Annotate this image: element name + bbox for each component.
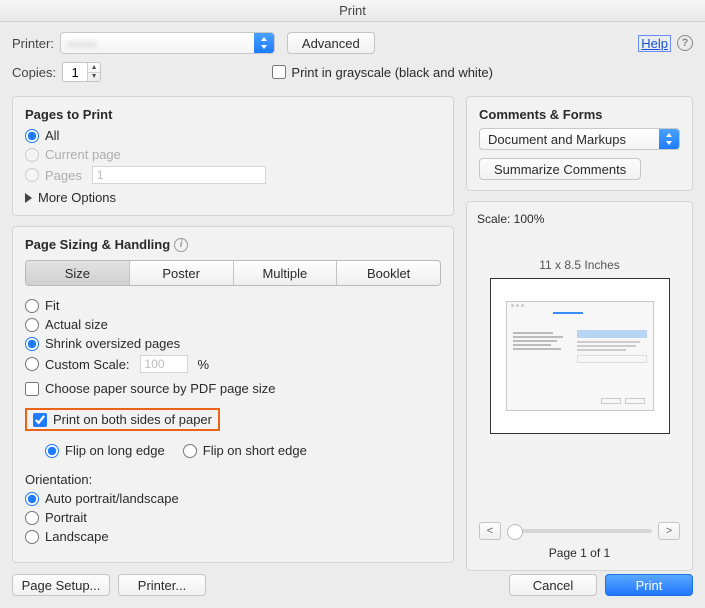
both-sides-label: Print on both sides of paper: [53, 412, 212, 427]
radio-all[interactable]: [25, 129, 39, 143]
all-label: All: [45, 128, 59, 143]
shrink-label: Shrink oversized pages: [45, 336, 180, 351]
pages-label: Pages: [45, 168, 82, 183]
landscape-label: Landscape: [45, 529, 109, 544]
window-title: Print: [0, 0, 705, 22]
pages-to-print-group: Pages to Print All Current page Pages Mo…: [12, 96, 454, 216]
chevron-updown-icon: [659, 129, 679, 149]
flip-long-label: Flip on long edge: [65, 443, 165, 458]
orientation-label: Orientation:: [25, 472, 441, 487]
choose-paper-label: Choose paper source by PDF page size: [45, 381, 276, 396]
comments-forms-select[interactable]: Document and Markups: [479, 128, 680, 150]
grayscale-checkbox[interactable]: [272, 65, 286, 79]
choose-paper-checkbox[interactable]: [25, 382, 39, 396]
prev-page-button[interactable]: <: [479, 522, 501, 540]
radio-shrink[interactable]: [25, 337, 39, 351]
portrait-label: Portrait: [45, 510, 87, 525]
page-sizing-group: Page Sizing & Handling i Size Poster Mul…: [12, 226, 454, 563]
help-link[interactable]: Help: [638, 35, 671, 52]
custom-scale-input: [140, 355, 188, 373]
page-slider[interactable]: [507, 529, 652, 533]
copies-stepper[interactable]: ▲▼: [62, 62, 101, 82]
printer-select[interactable]: -------: [60, 32, 275, 54]
radio-flip-long[interactable]: [45, 444, 59, 458]
comments-forms-title: Comments & Forms: [479, 107, 680, 122]
scale-text: Scale: 100%: [477, 212, 682, 226]
both-sides-highlight: Print on both sides of paper: [25, 408, 220, 431]
copies-input[interactable]: [63, 63, 87, 81]
radio-pages: [25, 168, 39, 182]
radio-actual-size[interactable]: [25, 318, 39, 332]
cancel-button[interactable]: Cancel: [509, 574, 597, 596]
comments-forms-group: Comments & Forms Document and Markups Su…: [466, 96, 693, 191]
more-options-label: More Options: [38, 190, 116, 205]
page-sizing-title: Page Sizing & Handling: [25, 237, 170, 252]
printer-value: -------: [61, 36, 254, 51]
copies-label: Copies:: [12, 65, 56, 80]
flip-short-label: Flip on short edge: [203, 443, 307, 458]
chevron-right-icon: >: [666, 525, 672, 537]
preview-panel: Scale: 100% 11 x 8.5 Inches: [466, 201, 693, 571]
page-preview: [490, 278, 670, 434]
tab-size[interactable]: Size: [26, 261, 129, 285]
fit-label: Fit: [45, 298, 59, 313]
page-setup-button[interactable]: Page Setup...: [12, 574, 110, 596]
comments-forms-value: Document and Markups: [480, 132, 659, 147]
actual-size-label: Actual size: [45, 317, 108, 332]
percent-label: %: [198, 357, 210, 372]
auto-orientation-label: Auto portrait/landscape: [45, 491, 179, 506]
tab-poster[interactable]: Poster: [129, 261, 233, 285]
grayscale-label: Print in grayscale (black and white): [291, 65, 493, 80]
radio-landscape[interactable]: [25, 530, 39, 544]
more-options-toggle[interactable]: More Options: [25, 190, 441, 205]
page-counter: Page 1 of 1: [477, 546, 682, 560]
current-page-label: Current page: [45, 147, 121, 162]
radio-custom-scale[interactable]: [25, 357, 39, 371]
custom-scale-label: Custom Scale:: [45, 357, 130, 372]
chevron-left-icon: <: [487, 525, 493, 537]
info-icon[interactable]: i: [174, 238, 188, 252]
print-button[interactable]: Print: [605, 574, 693, 596]
pages-input: [92, 166, 266, 184]
page-dimensions: 11 x 8.5 Inches: [477, 258, 682, 272]
radio-portrait[interactable]: [25, 511, 39, 525]
stepper-arrows-icon[interactable]: ▲▼: [87, 63, 100, 81]
radio-flip-short[interactable]: [183, 444, 197, 458]
summarize-comments-button[interactable]: Summarize Comments: [479, 158, 641, 180]
radio-current-page: [25, 148, 39, 162]
both-sides-checkbox[interactable]: [33, 413, 47, 427]
chevron-updown-icon: [254, 33, 274, 53]
next-page-button[interactable]: >: [658, 522, 680, 540]
advanced-button[interactable]: Advanced: [287, 32, 375, 54]
sizing-tabs: Size Poster Multiple Booklet: [25, 260, 441, 286]
printer-label: Printer:: [12, 36, 54, 51]
tab-multiple[interactable]: Multiple: [233, 261, 337, 285]
disclosure-triangle-icon: [25, 193, 32, 203]
pages-to-print-title: Pages to Print: [25, 107, 441, 122]
tab-booklet[interactable]: Booklet: [336, 261, 440, 285]
printer-button[interactable]: Printer...: [118, 574, 206, 596]
radio-fit[interactable]: [25, 299, 39, 313]
help-icon[interactable]: ?: [677, 35, 693, 51]
radio-auto-orientation[interactable]: [25, 492, 39, 506]
